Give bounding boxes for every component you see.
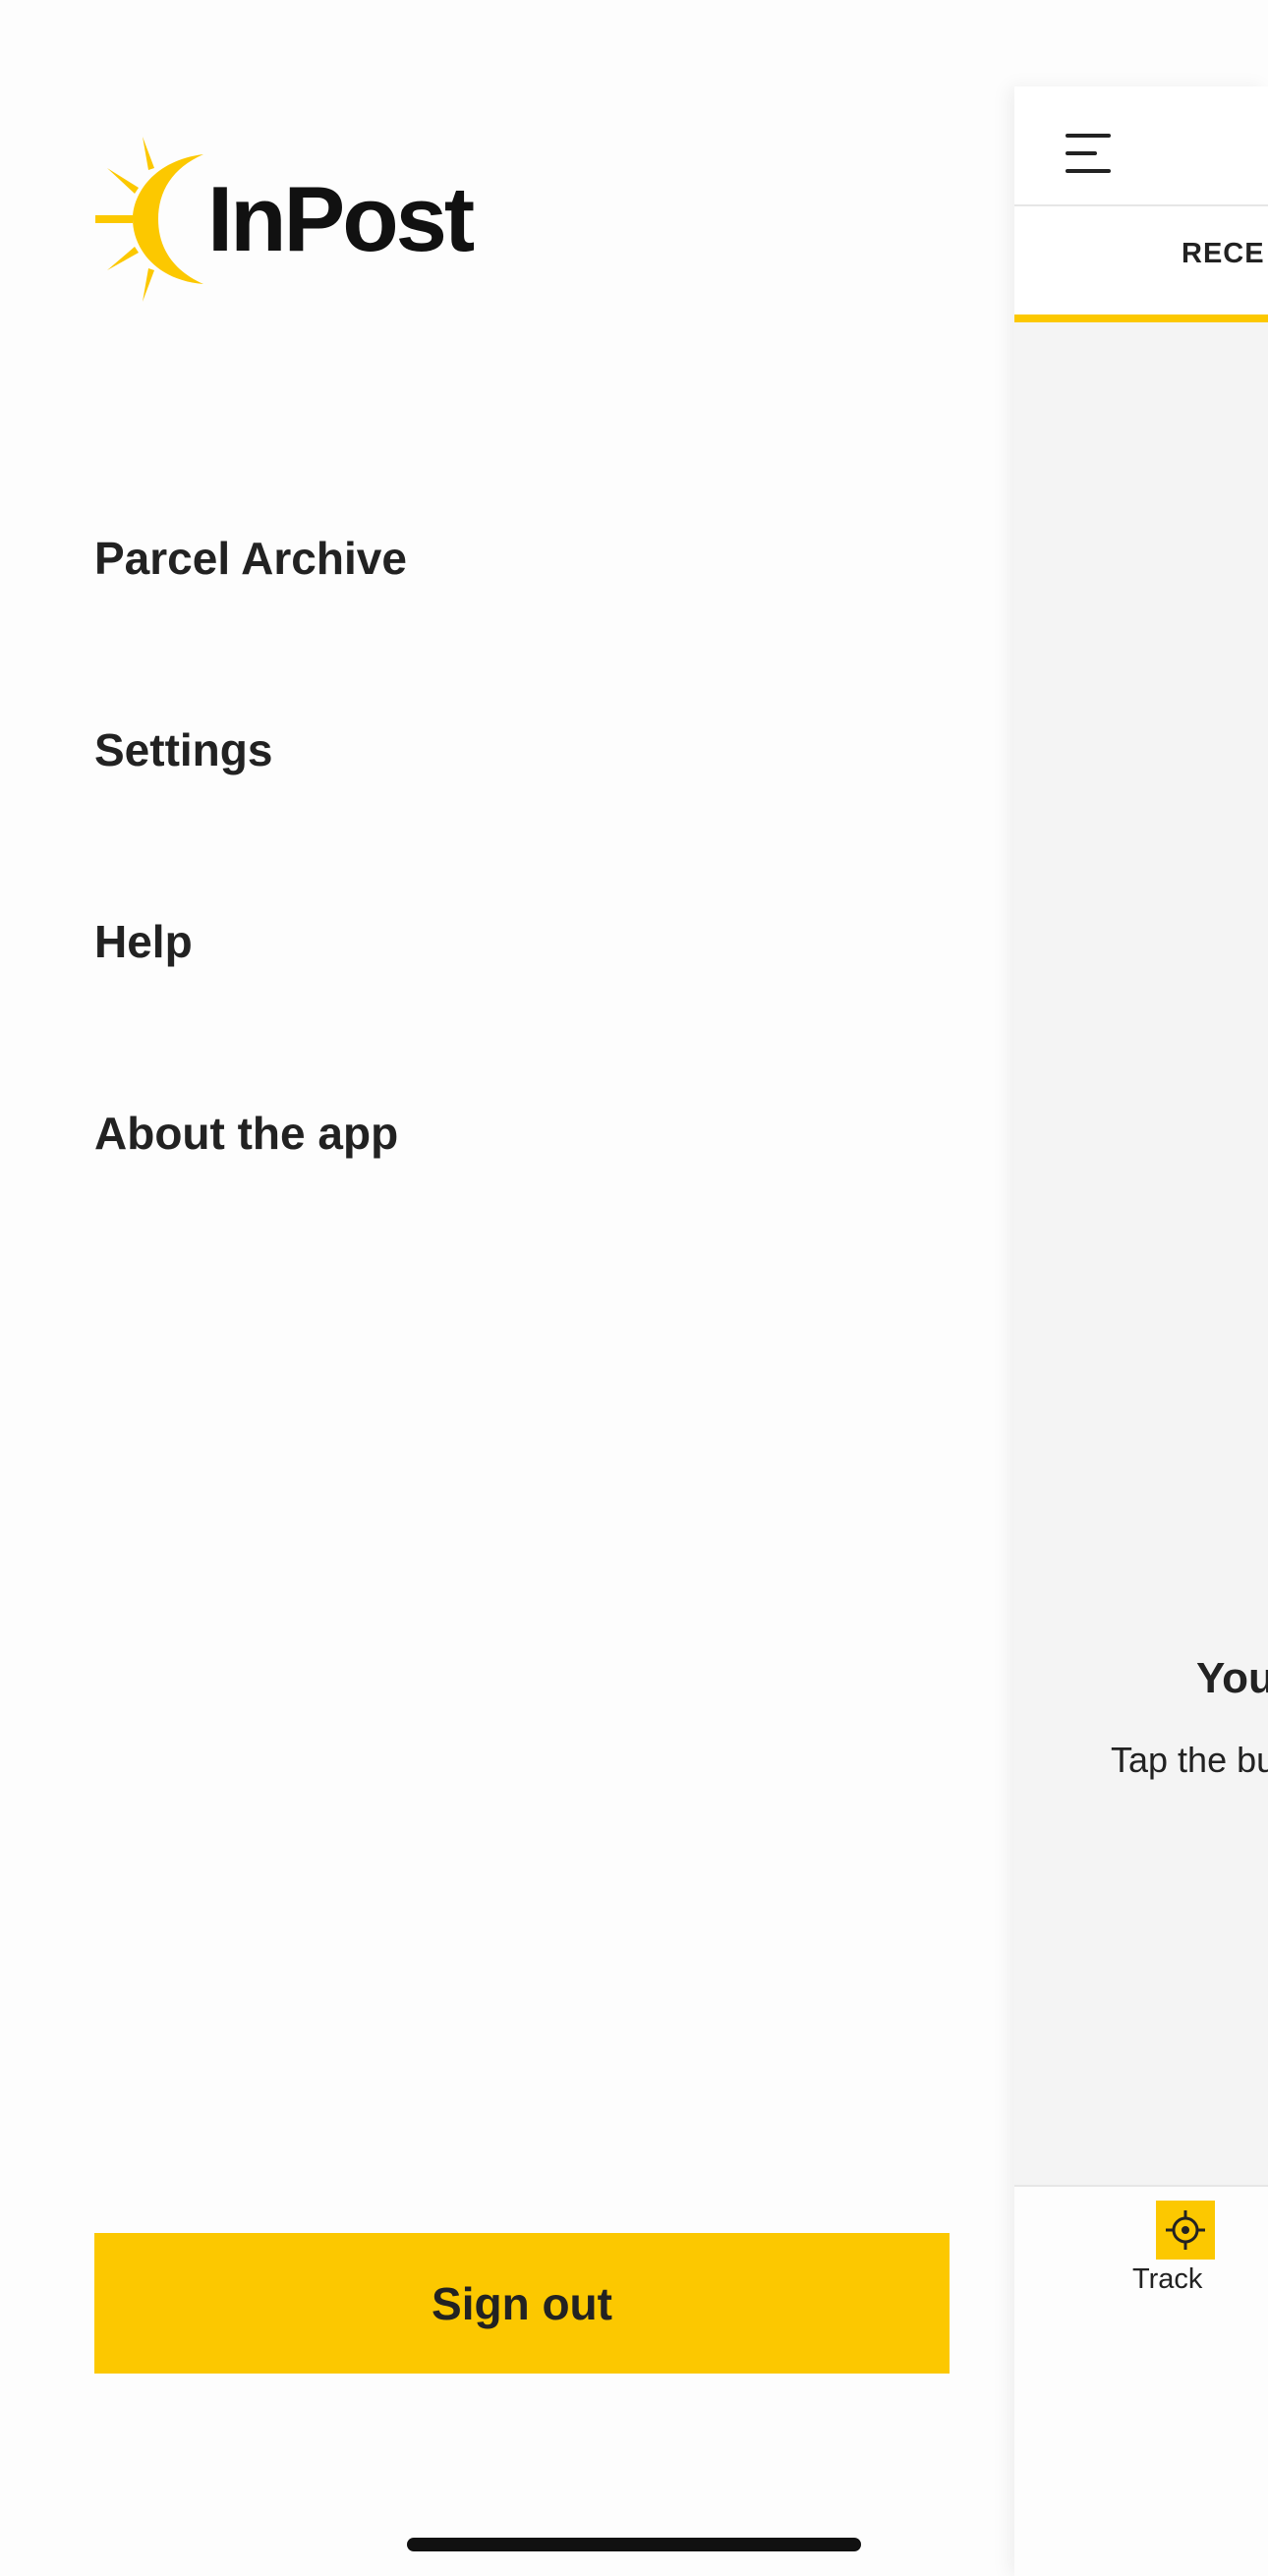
- menu-item-parcel-archive[interactable]: Parcel Archive: [94, 462, 407, 654]
- sun-logo-icon: [95, 137, 203, 302]
- nav-track-button[interactable]: Track: [1132, 2201, 1268, 2299]
- nav-track-label: Track: [1132, 2263, 1203, 2295]
- drawer-menu: Parcel Archive Settings Help About the a…: [94, 462, 407, 1229]
- app-screen: InPost Parcel Archive Settings Help Abou…: [0, 0, 1268, 2576]
- top-bar: [1014, 86, 1268, 206]
- tab-bar: RECE: [1014, 206, 1268, 322]
- menu-item-about-the-app[interactable]: About the app: [94, 1037, 407, 1229]
- inpost-logo: InPost: [93, 133, 475, 305]
- hamburger-menu-icon[interactable]: [1066, 134, 1111, 173]
- home-indicator[interactable]: [407, 2538, 861, 2551]
- parcel-list-empty-state: You Tap the bu: [1014, 322, 1268, 2185]
- crosshair-icon: [1156, 2201, 1215, 2260]
- side-drawer: InPost Parcel Archive Settings Help Abou…: [0, 0, 1014, 2576]
- main-screen-preview: RECE You Tap the bu Track: [1014, 86, 1268, 2576]
- bottom-navigation: Track: [1014, 2185, 1268, 2576]
- logo-wordmark: InPost: [207, 166, 475, 270]
- tab-received[interactable]: RECE: [1182, 238, 1265, 270]
- empty-state-title: You: [1196, 1654, 1268, 1702]
- empty-state-subtitle: Tap the bu: [1111, 1740, 1268, 1780]
- menu-item-settings[interactable]: Settings: [94, 654, 407, 845]
- sign-out-button[interactable]: Sign out: [94, 2233, 950, 2374]
- menu-item-help[interactable]: Help: [94, 845, 407, 1037]
